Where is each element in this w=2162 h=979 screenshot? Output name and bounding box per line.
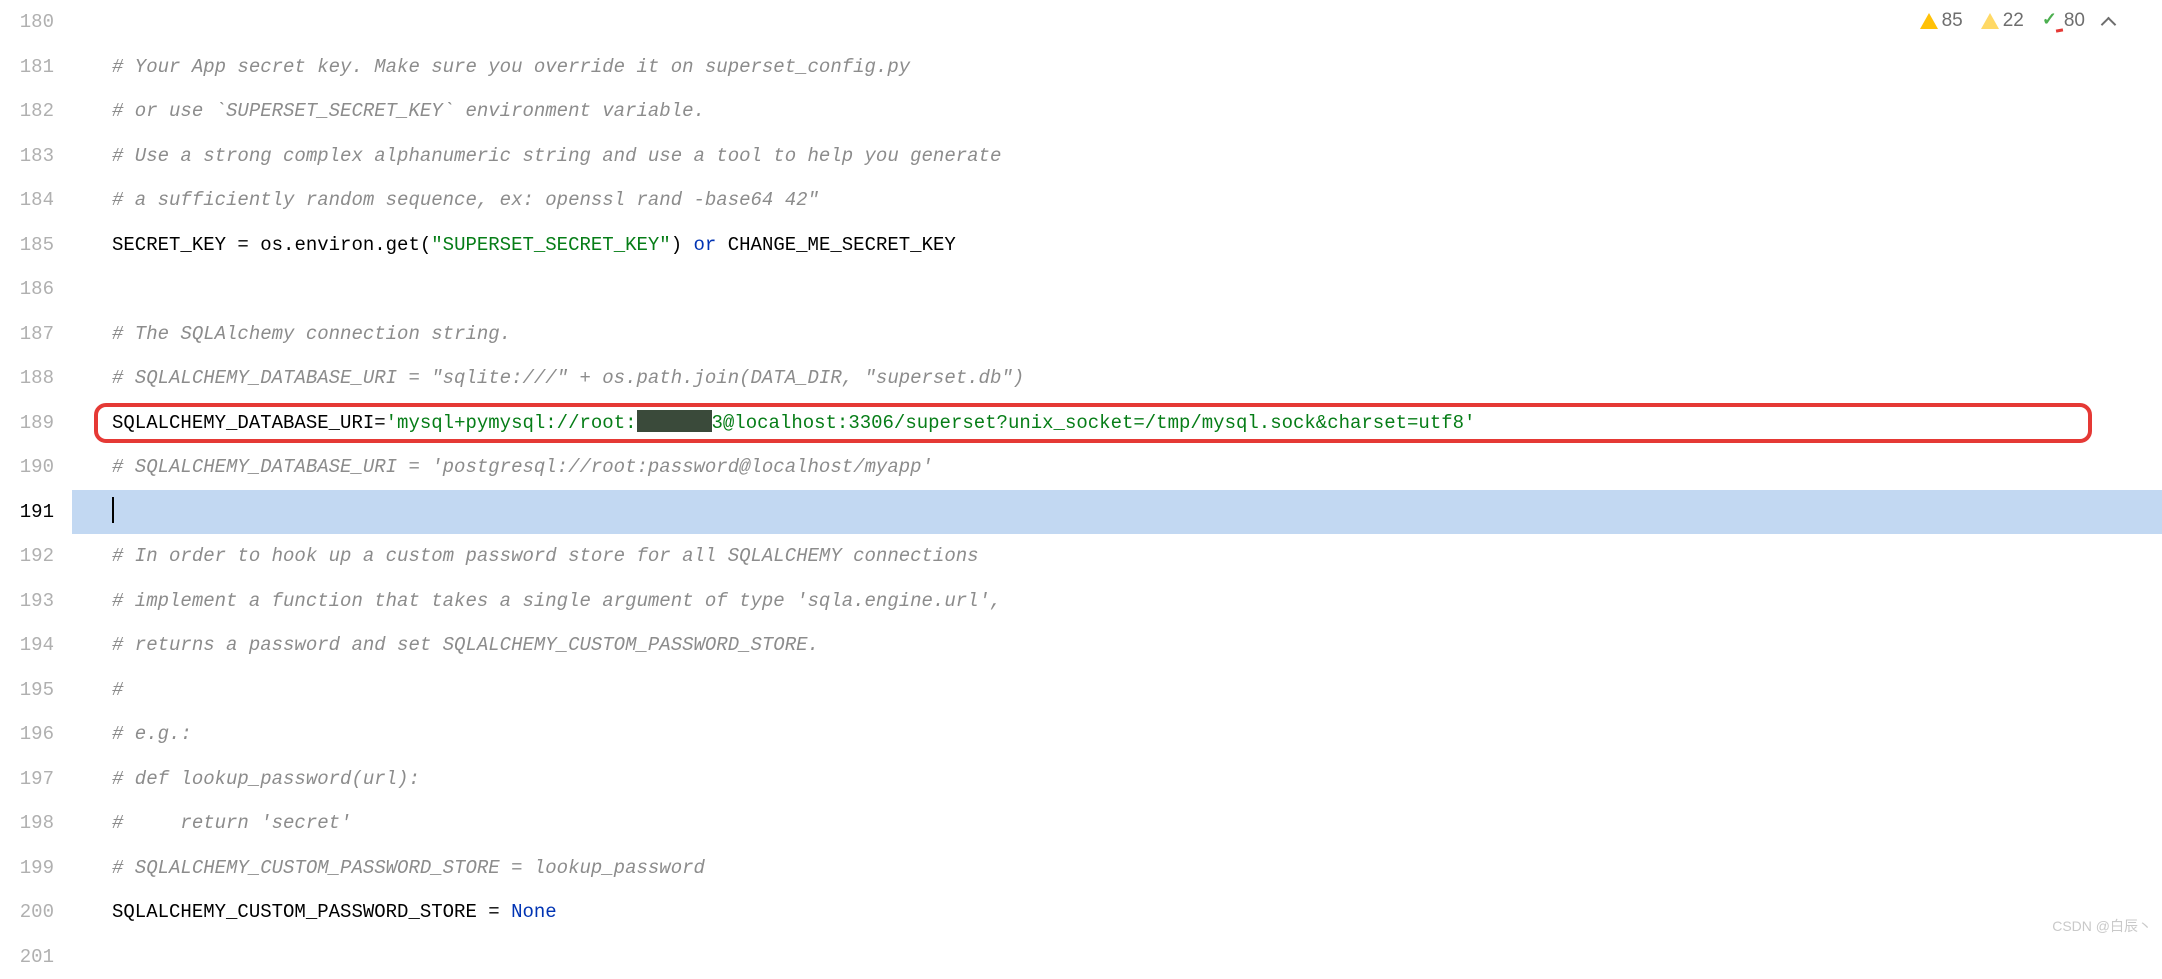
code-line[interactable]: # a sufficiently random sequence, ex: op…: [72, 178, 2162, 223]
code-line[interactable]: [72, 267, 2162, 312]
code-line[interactable]: SQLALCHEMY_CUSTOM_PASSWORD_STORE = None: [72, 890, 2162, 935]
line-number: 183: [0, 134, 54, 179]
code-token: "SUPERSET_SECRET_KEY": [431, 234, 670, 256]
code-line[interactable]: # return 'secret': [72, 801, 2162, 846]
line-number: 184: [0, 178, 54, 223]
code-editor[interactable]: 1801811821831841851861871881891901911921…: [0, 0, 2162, 942]
code-line[interactable]: # e.g.:: [72, 712, 2162, 757]
code-token: SECRET_KEY: [112, 234, 237, 256]
line-number: 197: [0, 757, 54, 802]
line-number-gutter: 1801811821831841851861871881891901911921…: [0, 0, 72, 942]
line-number: 185: [0, 223, 54, 268]
comment-text: # The SQLAlchemy connection string.: [112, 323, 511, 345]
line-number: 191: [0, 490, 54, 535]
code-line[interactable]: # The SQLAlchemy connection string.: [72, 312, 2162, 357]
line-number: 190: [0, 445, 54, 490]
typo-indicator[interactable]: 80: [2042, 10, 2085, 32]
code-token: 3@localhost:3306/superset?unix_socket=/t…: [712, 412, 1476, 434]
comment-text: # In order to hook up a custom password …: [112, 545, 979, 567]
comment-text: # a sufficiently random sequence, ex: op…: [112, 189, 819, 211]
comment-text: # SQLALCHEMY_DATABASE_URI = 'postgresql:…: [112, 456, 933, 478]
line-number: 180: [0, 0, 54, 45]
code-area[interactable]: # Your App secret key. Make sure you ove…: [72, 0, 2162, 942]
line-number: 181: [0, 45, 54, 90]
code-line[interactable]: SQLALCHEMY_DATABASE_URI='mysql+pymysql:/…: [72, 401, 2162, 446]
line-number: 192: [0, 534, 54, 579]
comment-text: # returns a password and set SQLALCHEMY_…: [112, 634, 819, 656]
line-number: 186: [0, 267, 54, 312]
line-number: 195: [0, 668, 54, 713]
comment-text: # or use `SUPERSET_SECRET_KEY` environme…: [112, 100, 705, 122]
code-line[interactable]: # implement a function that takes a sing…: [72, 579, 2162, 624]
typo-count: 80: [2064, 10, 2085, 32]
line-number: 200: [0, 890, 54, 935]
line-number: 201: [0, 935, 54, 979]
code-line[interactable]: # In order to hook up a custom password …: [72, 534, 2162, 579]
warning-icon: [1920, 13, 1938, 29]
comment-text: # Use a strong complex alphanumeric stri…: [112, 145, 1001, 167]
code-line[interactable]: # SQLALCHEMY_CUSTOM_PASSWORD_STORE = loo…: [72, 846, 2162, 891]
code-token: None: [511, 901, 557, 923]
comment-text: # SQLALCHEMY_DATABASE_URI = "sqlite:///"…: [112, 367, 1024, 389]
line-number: 189: [0, 401, 54, 446]
warning-strong-count: 85: [1942, 10, 1963, 32]
code-line[interactable]: # returns a password and set SQLALCHEMY_…: [72, 623, 2162, 668]
warning-weak-indicator[interactable]: 22: [1981, 10, 2024, 32]
text-caret: [112, 497, 114, 523]
watermark: CSDN @白辰丶: [2052, 916, 2152, 936]
code-line[interactable]: SECRET_KEY = os.environ.get("SUPERSET_SE…: [72, 223, 2162, 268]
code-line[interactable]: [72, 935, 2162, 979]
code-line[interactable]: # Use a strong complex alphanumeric stri…: [72, 134, 2162, 179]
comment-text: # implement a function that takes a sing…: [112, 590, 1001, 612]
code-token: ): [671, 234, 694, 256]
code-line[interactable]: [72, 0, 2162, 45]
line-number: 182: [0, 89, 54, 134]
typo-check-icon: [2042, 12, 2060, 30]
line-number: 198: [0, 801, 54, 846]
redacted-password: [637, 410, 712, 432]
code-line[interactable]: # Your App secret key. Make sure you ove…: [72, 45, 2162, 90]
code-token: =: [237, 234, 260, 256]
code-line[interactable]: # SQLALCHEMY_DATABASE_URI = 'postgresql:…: [72, 445, 2162, 490]
code-token: CHANGE_ME_SECRET_KEY: [716, 234, 955, 256]
line-number: 199: [0, 846, 54, 891]
code-token: 'mysql+pymysql://root:: [386, 412, 637, 434]
code-token: =: [374, 412, 385, 434]
line-number: 194: [0, 623, 54, 668]
chevron-up-icon[interactable]: [2101, 16, 2117, 32]
comment-text: # return 'secret': [112, 812, 351, 834]
comment-text: #: [112, 679, 123, 701]
code-line[interactable]: # or use `SUPERSET_SECRET_KEY` environme…: [72, 89, 2162, 134]
warning-weak-count: 22: [2003, 10, 2024, 32]
comment-text: # e.g.:: [112, 723, 192, 745]
code-token: SQLALCHEMY_CUSTOM_PASSWORD_STORE =: [112, 901, 511, 923]
inspections-widget[interactable]: 85 22 80: [1920, 10, 2114, 32]
code-token: or: [694, 234, 717, 256]
code-token: SQLALCHEMY_DATABASE_URI: [112, 412, 374, 434]
warning-strong-indicator[interactable]: 85: [1920, 10, 1963, 32]
line-number: 193: [0, 579, 54, 624]
line-number: 196: [0, 712, 54, 757]
line-number: 188: [0, 356, 54, 401]
code-line[interactable]: # def lookup_password(url):: [72, 757, 2162, 802]
code-line[interactable]: #: [72, 668, 2162, 713]
code-line[interactable]: [72, 490, 2162, 535]
line-number: 187: [0, 312, 54, 357]
comment-text: # def lookup_password(url):: [112, 768, 420, 790]
code-token: os.environ.get(: [260, 234, 431, 256]
comment-text: # SQLALCHEMY_CUSTOM_PASSWORD_STORE = loo…: [112, 857, 705, 879]
weak-warning-icon: [1981, 13, 1999, 29]
comment-text: # Your App secret key. Make sure you ove…: [112, 56, 910, 78]
code-line[interactable]: # SQLALCHEMY_DATABASE_URI = "sqlite:///"…: [72, 356, 2162, 401]
